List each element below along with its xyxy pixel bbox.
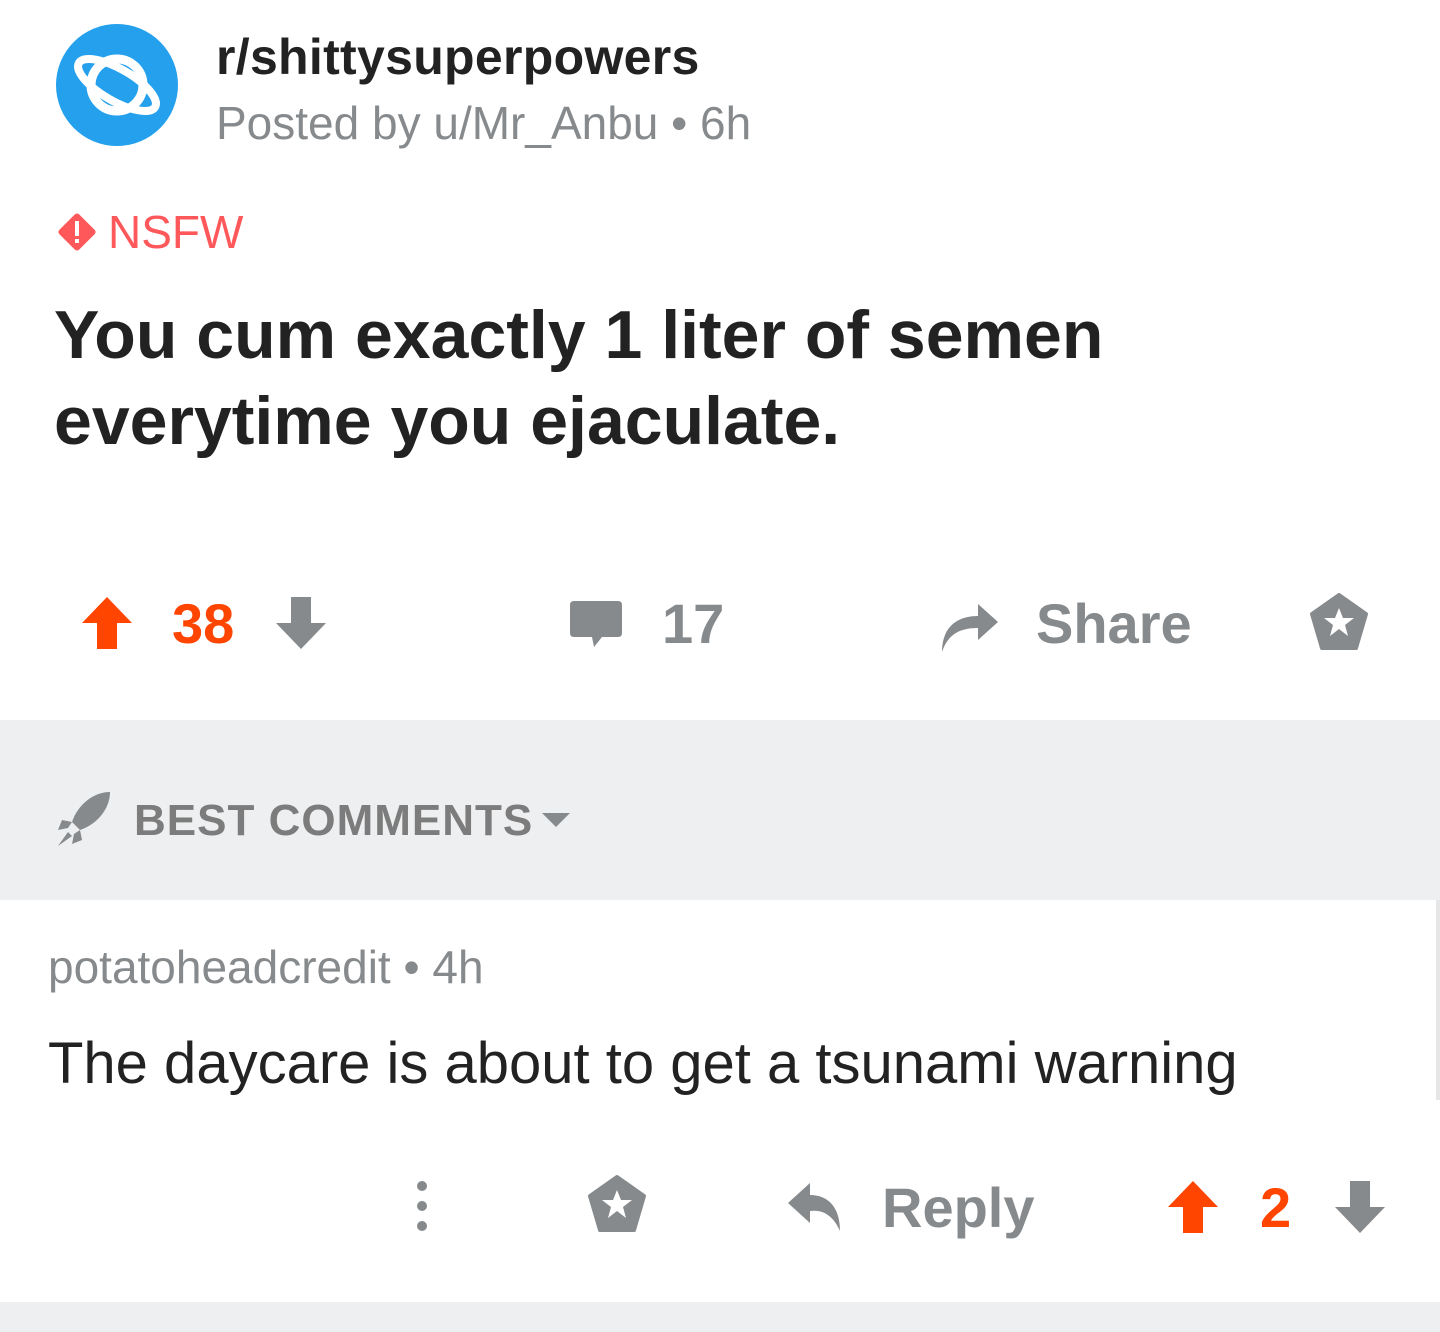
sort-label[interactable]: BEST COMMENTS	[134, 796, 533, 846]
share-label: Share	[1036, 591, 1192, 655]
sort-rocket[interactable]	[54, 788, 114, 855]
divider	[1436, 900, 1440, 1100]
star-award-icon	[1310, 593, 1368, 650]
arrow-down-icon[interactable]	[274, 595, 328, 651]
planet-icon	[74, 54, 160, 116]
post-title: You cum exactly 1 liter of semen everyti…	[54, 297, 1104, 459]
comment-body: The daycare is about to get a tsunami wa…	[48, 1031, 1238, 1096]
share-arrow-icon	[942, 604, 998, 652]
arrow-down-icon[interactable]	[1333, 1179, 1387, 1235]
reply-arrow-icon	[788, 1183, 840, 1231]
comment-vote-count: 2	[1260, 1175, 1292, 1239]
reply-label: Reply	[882, 1175, 1035, 1239]
arrow-up-icon[interactable]	[1166, 1179, 1220, 1235]
star-award-icon	[588, 1175, 646, 1232]
comments-button[interactable]: 17	[568, 590, 724, 656]
bottom-divider	[0, 1302, 1440, 1332]
post-meta: Posted by u/Mr_Anbu • 6h	[216, 97, 752, 149]
chevron-down-icon	[542, 813, 570, 827]
vertical-dots-icon	[417, 1181, 427, 1231]
share-button[interactable]: Share	[938, 590, 1192, 656]
comment-more-button[interactable]	[412, 1178, 432, 1239]
post-vote-count: 38	[172, 591, 235, 655]
comment-count: 17	[662, 591, 725, 655]
arrow-up-icon[interactable]	[80, 595, 134, 651]
nsfw-tag: NSFW	[54, 206, 243, 258]
subreddit-name[interactable]: r/shittysuperpowers	[216, 28, 700, 86]
comment-vote-group: 2	[1166, 1172, 1387, 1242]
sort-dropdown[interactable]	[540, 810, 572, 835]
warning-diamond-icon	[58, 213, 96, 251]
nsfw-label: NSFW	[108, 206, 244, 258]
post-award-button[interactable]	[1308, 592, 1370, 659]
post-vote-group: 38	[80, 590, 328, 656]
subreddit-avatar[interactable]	[56, 24, 178, 146]
speech-bubble-icon	[570, 601, 622, 647]
comment-meta: potatoheadcredit • 4h	[48, 941, 484, 993]
comment-award-button[interactable]	[586, 1174, 648, 1241]
rocket-icon	[58, 792, 110, 846]
reply-button[interactable]: Reply	[786, 1172, 1035, 1242]
